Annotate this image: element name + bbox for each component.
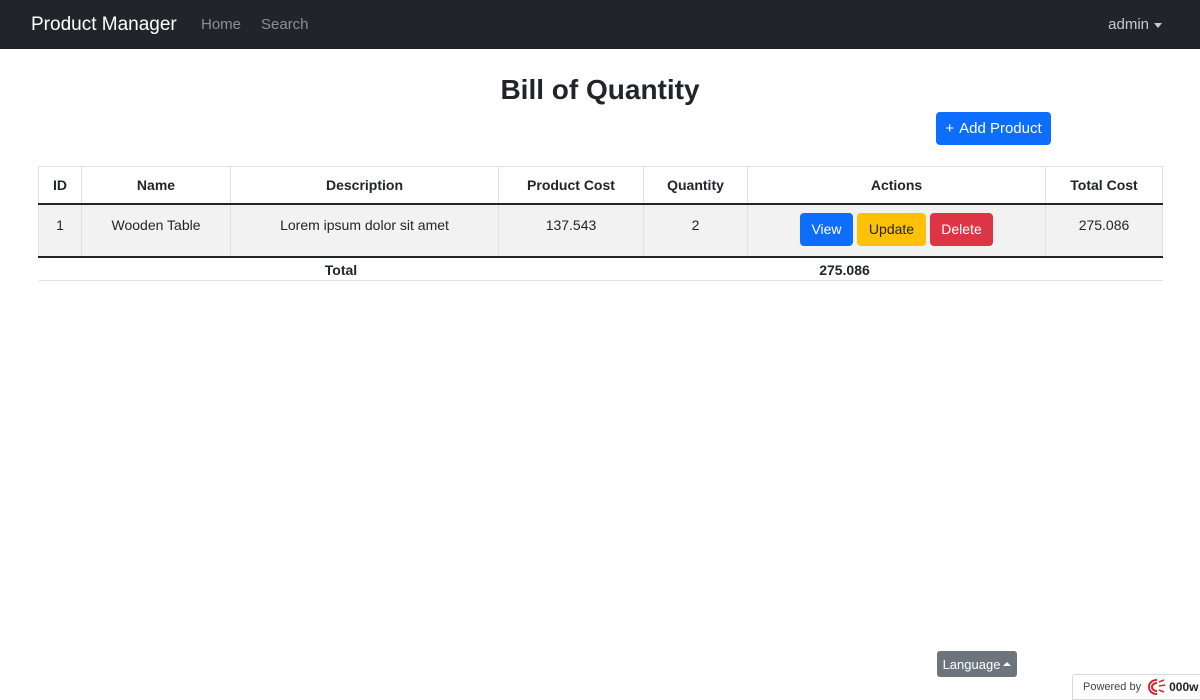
host-logo-icon: [1148, 679, 1166, 695]
cell-name: Wooden Table: [81, 203, 231, 258]
header-id: ID: [38, 166, 82, 205]
language-label: Language: [942, 656, 1001, 672]
host-logo: 000w: [1147, 678, 1198, 696]
nav-link-search[interactable]: Search: [261, 16, 309, 34]
top-navbar: Product Manager Home Search admin: [0, 0, 1200, 49]
header-total-cost: Total Cost: [1045, 166, 1163, 205]
product-table: ID Name Description Product Cost Quantit…: [38, 166, 1163, 281]
cell-total-cost: 275.086: [1045, 203, 1163, 258]
product-table-container: ID Name Description Product Cost Quantit…: [38, 166, 1163, 281]
user-name: admin: [1108, 16, 1149, 33]
header-name: Name: [81, 166, 231, 205]
add-product-button[interactable]: + Add Product: [936, 112, 1051, 145]
cell-product-cost: 137.543: [498, 203, 644, 258]
delete-button[interactable]: Delete: [930, 212, 993, 246]
cell-actions: View Update Delete: [747, 203, 1046, 258]
powered-by-badge[interactable]: Powered by 000w: [1072, 674, 1200, 700]
powered-by-text: Powered by: [1083, 681, 1142, 693]
caret-down-icon: [1154, 22, 1162, 28]
add-product-label: Add Product: [959, 120, 1042, 137]
cell-description: Lorem ipsum dolor sit amet: [230, 203, 499, 258]
table-row: 1 Wooden Table Lorem ipsum dolor sit ame…: [38, 203, 1163, 258]
host-logo-text: 000w: [1169, 680, 1199, 694]
table-footer-row: Total 275.086: [38, 256, 1163, 281]
header-description: Description: [230, 166, 499, 205]
navbar-brand[interactable]: Product Manager: [31, 13, 177, 37]
update-button[interactable]: Update: [857, 212, 926, 246]
header-product-cost: Product Cost: [498, 166, 644, 205]
cell-id: 1: [38, 203, 82, 258]
footer-empty-cell: [1045, 256, 1163, 281]
caret-up-icon: [1003, 662, 1012, 666]
cell-quantity: 2: [643, 203, 748, 258]
language-button[interactable]: Language: [937, 651, 1017, 677]
footer-total-label: Total: [38, 256, 644, 281]
user-dropdown[interactable]: admin: [1108, 16, 1162, 34]
header-quantity: Quantity: [643, 166, 748, 205]
table-header-row: ID Name Description Product Cost Quantit…: [38, 166, 1163, 205]
view-button[interactable]: View: [800, 212, 853, 246]
page-title: Bill of Quantity: [500, 74, 700, 105]
plus-icon: +: [945, 120, 955, 137]
footer-total-value: 275.086: [643, 256, 1046, 281]
header-actions: Actions: [747, 166, 1046, 205]
nav-link-home[interactable]: Home: [201, 16, 241, 34]
